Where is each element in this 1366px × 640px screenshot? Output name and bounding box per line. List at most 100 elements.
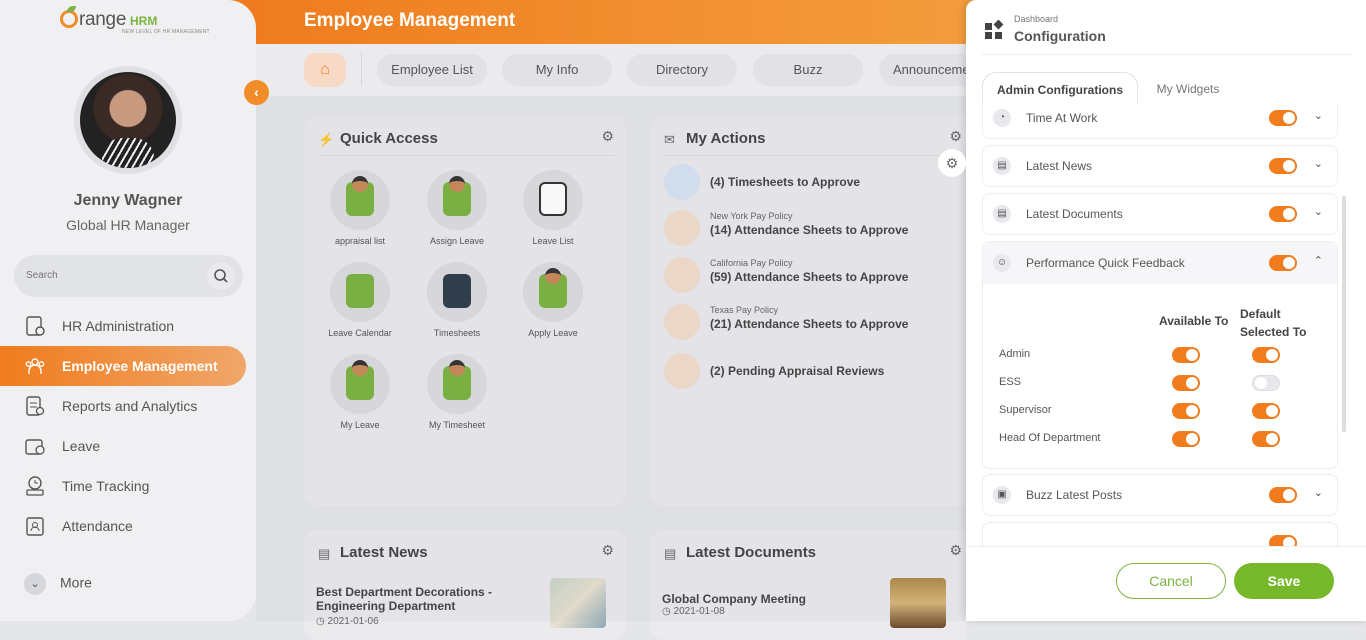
my-actions-card: ✉ My Actions ⚙ (4) Timesheets to Approve… <box>650 116 966 506</box>
gear-icon[interactable]: ⚙ <box>601 542 614 559</box>
leave-list-icon <box>523 170 583 230</box>
widget-row-buzz-latest-posts: ▣ Buzz Latest Posts ⌄ <box>982 474 1338 516</box>
chevron-down-icon[interactable]: ⌄ <box>1314 157 1323 170</box>
action-title: (59) Attendance Sheets to Approve <box>710 270 909 284</box>
widget-toggle[interactable] <box>1269 255 1297 271</box>
sidebar-item-attendance[interactable]: Attendance <box>0 506 246 546</box>
user-name: Jenny Wagner <box>73 192 183 209</box>
panel-title: Configuration <box>1014 28 1106 44</box>
tab-admin-configurations[interactable]: Admin Configurations <box>982 72 1138 107</box>
quick-access-my-leave[interactable]: My Leave <box>315 354 405 430</box>
search-input[interactable]: Search <box>14 255 243 297</box>
action-item[interactable]: Texas Pay Policy (21) Attendance Sheets t… <box>664 304 964 340</box>
available-toggle[interactable] <box>1172 347 1200 363</box>
search-placeholder: Search <box>26 270 58 281</box>
action-item[interactable]: (4) Timesheets to Approve <box>664 164 964 200</box>
action-title: (4) Timesheets to Approve <box>710 175 861 189</box>
sidebar-item-reports-and-analytics[interactable]: Reports and Analytics <box>0 386 246 426</box>
quick-access-label: Leave List <box>532 236 574 246</box>
gear-icon[interactable]: ⚙ <box>949 542 962 559</box>
widget-label: Performance Quick Feedback <box>1026 256 1185 270</box>
sidebar-item-employee-management[interactable]: Employee Management <box>0 346 246 386</box>
action-item[interactable]: California Pay Policy (59) Attendance She… <box>664 257 964 293</box>
chevron-up-icon[interactable]: ⌃ <box>1314 254 1323 267</box>
latest-news-card: ▤ Latest News ⚙ Best Department Decorati… <box>304 530 626 640</box>
widget-toggle[interactable] <box>1269 206 1297 222</box>
latest-documents-card: ▤ Latest Documents ⚙ Global Company Meet… <box>650 530 966 640</box>
widget-toggle[interactable] <box>1269 158 1297 174</box>
user-role: Global HR Manager <box>66 217 190 233</box>
widget-label: Time At Work <box>1026 111 1098 125</box>
clock-icon: ◔ <box>993 109 1011 127</box>
news-icon: ▤ <box>318 546 331 561</box>
calendar-icon <box>664 164 700 200</box>
chevron-down-icon[interactable]: ⌄ <box>1314 109 1323 122</box>
avatar[interactable] <box>74 66 182 174</box>
sidebar-item-label: Reports and Analytics <box>62 398 198 414</box>
chevron-left-icon: ‹ <box>254 84 259 100</box>
quick-access-apply-leave[interactable]: Apply Leave <box>508 262 598 338</box>
document-icon: ▤ <box>664 546 677 561</box>
inbox-icon: ✉ <box>664 132 675 147</box>
default-toggle[interactable] <box>1252 431 1280 447</box>
scrollbar[interactable] <box>1342 196 1346 432</box>
quick-access-assign-leave[interactable]: Assign Leave <box>412 170 502 246</box>
default-toggle[interactable] <box>1252 375 1280 391</box>
collapse-sidebar-button[interactable]: ‹ <box>244 80 269 105</box>
gear-icon[interactable]: ⚙ <box>938 149 966 177</box>
widget-row-time-at-work: ◔ Time At Work ⌄ <box>982 104 1338 139</box>
save-button[interactable]: Save <box>1234 563 1334 599</box>
search-button[interactable] <box>207 262 235 290</box>
tab-directory[interactable]: Directory <box>627 54 737 86</box>
configuration-panel: Dashboard Configuration Admin Configurat… <box>966 0 1366 621</box>
quick-access-leave-calendar[interactable]: Leave Calendar <box>315 262 405 338</box>
tab-my-info[interactable]: My Info <box>502 54 612 86</box>
home-tab[interactable]: ⌂ <box>304 53 346 87</box>
quick-access-label: My Leave <box>340 420 380 430</box>
search-icon <box>214 269 228 283</box>
feedback-icon: ☺ <box>993 254 1011 272</box>
gear-icon[interactable]: ⚙ <box>949 128 962 145</box>
quick-access-my-timesheet[interactable]: My Timesheet <box>412 354 502 430</box>
available-toggle[interactable] <box>1172 375 1200 391</box>
chevron-down-icon: ⌄ <box>24 573 46 595</box>
default-toggle[interactable] <box>1252 403 1280 419</box>
chevron-down-icon[interactable]: ⌄ <box>1314 486 1323 499</box>
sidebar: range HRM NEW LEVEL OF HR MANAGEMENT Jenn… <box>0 0 256 621</box>
document-date: ◷ 2021-01-08 <box>662 606 725 617</box>
action-item[interactable]: (2) Pending Appraisal Reviews <box>664 353 964 389</box>
tab-my-widgets[interactable]: My Widgets <box>1140 72 1236 106</box>
widget-toggle[interactable] <box>1269 487 1297 503</box>
news-date-text: 2021-01-06 <box>327 616 379 627</box>
widget-label: Latest News <box>1026 159 1093 173</box>
cancel-button[interactable]: Cancel <box>1116 563 1226 599</box>
card-title: Quick Access <box>340 130 438 147</box>
quick-access-timesheets[interactable]: Timesheets <box>412 262 502 338</box>
widget-toggle[interactable] <box>1269 110 1297 126</box>
action-subtitle: Texas Pay Policy <box>710 305 779 315</box>
column-default-selected-to: Default Selected To <box>1240 307 1307 339</box>
sidebar-item-time-tracking[interactable]: Time Tracking <box>0 466 246 506</box>
document-title[interactable]: Global Company Meeting <box>662 592 806 606</box>
chevron-down-icon[interactable]: ⌄ <box>1314 205 1323 218</box>
gear-icon[interactable]: ⚙ <box>601 128 614 145</box>
breadcrumb[interactable]: Dashboard <box>1014 14 1058 24</box>
sidebar-item-leave[interactable]: Leave <box>0 426 246 466</box>
tab-buzz[interactable]: Buzz <box>753 54 863 86</box>
default-toggle[interactable] <box>1252 347 1280 363</box>
available-toggle[interactable] <box>1172 431 1200 447</box>
action-title: (21) Attendance Sheets to Approve <box>710 317 909 331</box>
widget-toggle[interactable] <box>1269 535 1297 546</box>
available-toggle[interactable] <box>1172 403 1200 419</box>
tab-employee-list[interactable]: Employee List <box>377 54 487 86</box>
quick-access-label: appraisal list <box>334 236 386 246</box>
quick-access-leave-list[interactable]: Leave List <box>508 170 598 246</box>
role-label: Admin <box>999 348 1031 360</box>
panel-footer: Cancel Save <box>966 546 1366 621</box>
quick-access-appraisal-list[interactable]: appraisal list <box>315 170 405 246</box>
action-item[interactable]: New York Pay Policy (14) Attendance Sheet… <box>664 210 964 246</box>
widget-config-list[interactable]: ◔ Time At Work ⌄ ▤ Latest News ⌄ ▤ Lates… <box>982 104 1338 546</box>
sidebar-item-hr-administration[interactable]: HR Administration <box>0 306 246 346</box>
more-button[interactable]: ⌄ More <box>24 573 92 595</box>
news-title[interactable]: Best Department Decorations - Engineerin… <box>316 585 536 613</box>
